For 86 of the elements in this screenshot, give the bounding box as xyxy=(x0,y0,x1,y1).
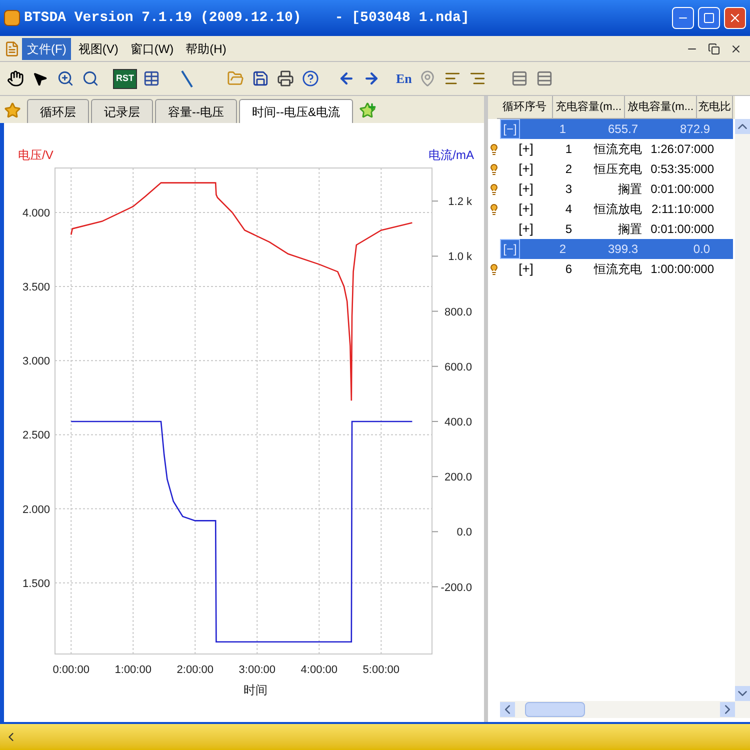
axis-title: 电流/mA xyxy=(428,148,474,162)
axis-tick-label: 2.500 xyxy=(22,430,50,442)
collapse-toggle[interactable]: [−] xyxy=(500,239,520,259)
table-cell-text: 2 xyxy=(558,241,566,258)
table-cell-text: 恒压充电 xyxy=(592,161,642,178)
cycle-row[interactable]: [−] 1 655.7 872.9 xyxy=(500,119,733,139)
tab[interactable]: 循环层 xyxy=(27,99,89,123)
table-cell-text: 搁置 xyxy=(617,181,642,198)
tab[interactable]: 时间--电压&电流 xyxy=(239,99,353,123)
table-cell-text: 恒流充电 xyxy=(592,261,642,278)
axis-tick-label: 3:00:00 xyxy=(238,664,276,676)
axis-tick-label: 3.000 xyxy=(22,356,50,368)
scroll-right-icon[interactable] xyxy=(720,702,735,717)
axis-tick-label: 800.0 xyxy=(444,306,472,318)
close-icon[interactable] xyxy=(730,42,742,54)
axis-tick-label: 4:00:00 xyxy=(300,664,338,676)
tab[interactable]: 容量--电压 xyxy=(155,99,237,123)
table-cell-text: 399.3 xyxy=(606,241,638,258)
menu-item[interactable]: 窗口(W) xyxy=(125,38,179,60)
axis-tick-label: 1.500 xyxy=(22,578,50,590)
axis-tick-label: 1:00:00 xyxy=(114,664,152,676)
table-cell-text: 2:11:10:000 xyxy=(650,201,714,218)
table-cell-text: 恒流放电 xyxy=(592,201,642,218)
axis-tick-label: 5:00:00 xyxy=(362,664,400,676)
cycle-row[interactable]: [−] 2 399.3 0.0 xyxy=(500,239,733,259)
expand-toggle[interactable]: [+] xyxy=(500,179,552,199)
table-cell-text: 6 xyxy=(564,261,572,278)
axis-title: 电压/V xyxy=(18,148,54,162)
expand-toggle[interactable]: [+] xyxy=(500,159,552,179)
axis-tick-label: 200.0 xyxy=(444,472,472,484)
expand-toggle[interactable]: [+] xyxy=(500,219,552,239)
axis-tick-label: 0.0 xyxy=(456,526,472,539)
axis-title: 时间 xyxy=(244,683,268,697)
bottom-scrollbar[interactable] xyxy=(0,722,750,750)
table-cell-text: 搁置 xyxy=(617,221,642,238)
add-tab-icon[interactable] xyxy=(359,102,377,120)
axis-tick-label: 400.0 xyxy=(444,416,472,428)
table-cell-text: 0:01:00:000 xyxy=(650,181,714,198)
expand-toggle[interactable]: [+] xyxy=(500,199,552,219)
scroll-up-icon[interactable] xyxy=(735,119,750,134)
table-cell-text: 1:00:00:000 xyxy=(650,261,714,278)
language-button[interactable]: En xyxy=(394,68,414,90)
table-cell-text: 0:01:00:000 xyxy=(650,221,714,238)
axis-tick-label: 600.0 xyxy=(444,361,472,374)
minimize-button[interactable] xyxy=(672,7,694,29)
table-cell-text: 0.0 xyxy=(692,241,710,258)
restore-icon[interactable] xyxy=(708,42,720,54)
horizontal-scrollbar[interactable] xyxy=(500,701,750,718)
table-cell-text: 4 xyxy=(564,201,572,218)
table-cell-text: 恒流充电 xyxy=(592,141,642,158)
tab[interactable]: 记录层 xyxy=(91,99,153,123)
axis-tick-label: 0:00:00 xyxy=(52,664,90,676)
menu-item[interactable]: 帮助(H) xyxy=(180,38,232,60)
axis-tick-label: 2.000 xyxy=(22,504,50,516)
axis-tick-label: -200.0 xyxy=(440,582,472,594)
app-icon xyxy=(4,10,20,26)
menu-item[interactable]: 视图(V) xyxy=(73,38,124,60)
table-cell-text: 1 xyxy=(558,121,566,138)
table-cell-text: 1:26:07:000 xyxy=(650,141,714,158)
reset-button[interactable]: RST xyxy=(113,68,137,88)
table-cell-text: 3 xyxy=(564,181,572,198)
scroll-left-icon[interactable] xyxy=(500,702,515,717)
vertical-scrollbar[interactable] xyxy=(735,119,750,701)
close-icon xyxy=(728,11,742,25)
star-icon[interactable] xyxy=(4,102,21,119)
close-button[interactable] xyxy=(724,7,746,29)
window-title: BTSDA Version 7.1.19 (2009.12.10) - [503048 1.nda] xyxy=(24,8,470,28)
maximize-button[interactable] xyxy=(698,7,720,29)
collapse-toggle[interactable]: [−] xyxy=(500,119,520,139)
axis-tick-label: 1.0 k xyxy=(448,251,472,264)
maximize-icon xyxy=(703,12,715,24)
scroll-down-icon[interactable] xyxy=(735,686,750,701)
axis-tick-label: 3.500 xyxy=(22,282,50,294)
table-cell-text: 872.9 xyxy=(678,121,710,138)
table-cell-text: 0:53:35:000 xyxy=(650,161,714,178)
document-icon xyxy=(4,40,20,56)
table-cell-text: 2 xyxy=(564,161,572,178)
axis-tick-label: 1.2 k xyxy=(448,196,472,208)
expand-toggle[interactable]: [+] xyxy=(500,259,552,279)
menu-item[interactable]: 文件(F) xyxy=(22,38,72,60)
table-cell-text: 1 xyxy=(564,141,572,158)
expand-toggle[interactable]: [+] xyxy=(500,139,552,159)
table-cell-text: 655.7 xyxy=(606,121,638,138)
axis-tick-label: 4.000 xyxy=(22,207,50,220)
table-cell-text: 5 xyxy=(564,221,572,238)
axis-tick-label: 2:00:00 xyxy=(176,664,214,676)
